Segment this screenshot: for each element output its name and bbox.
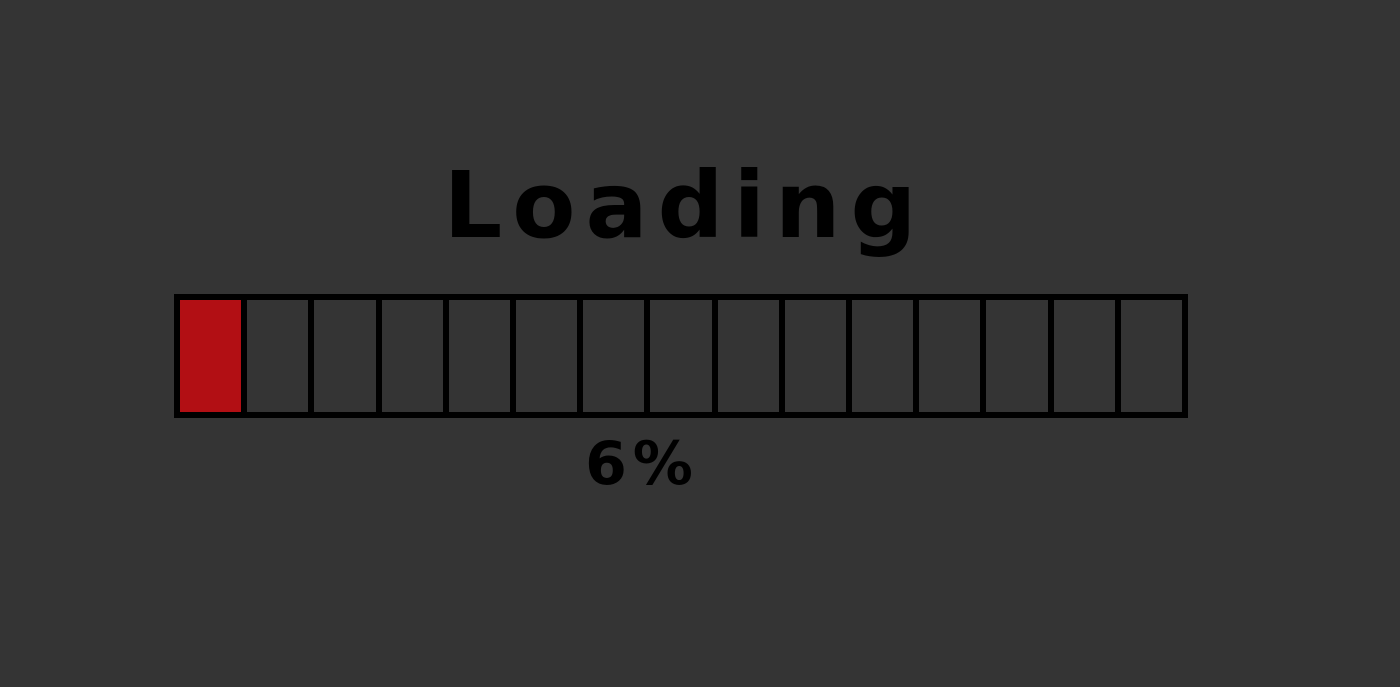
progress-segment-empty — [510, 300, 577, 412]
progress-segment-empty — [577, 300, 644, 412]
progress-segment-empty — [980, 300, 1047, 412]
progress-segment-empty — [442, 300, 510, 412]
loading-screen: Loading 6% — [0, 0, 1400, 687]
progress-segment-empty — [1114, 300, 1182, 412]
progress-segment-empty — [308, 300, 375, 412]
progress-bar — [174, 294, 1188, 418]
progress-segment-empty — [711, 300, 779, 412]
progress-segment-empty — [644, 300, 711, 412]
progress-segment-empty — [778, 300, 846, 412]
loading-title: Loading — [443, 152, 927, 259]
progress-percent-label: 6% — [585, 429, 699, 499]
progress-segment-empty — [1047, 300, 1115, 412]
progress-segment-empty — [375, 300, 443, 412]
progress-segment-empty — [241, 300, 308, 412]
progress-segment-empty — [913, 300, 980, 412]
progress-segment-filled — [180, 300, 242, 412]
progress-segment-empty — [846, 300, 913, 412]
